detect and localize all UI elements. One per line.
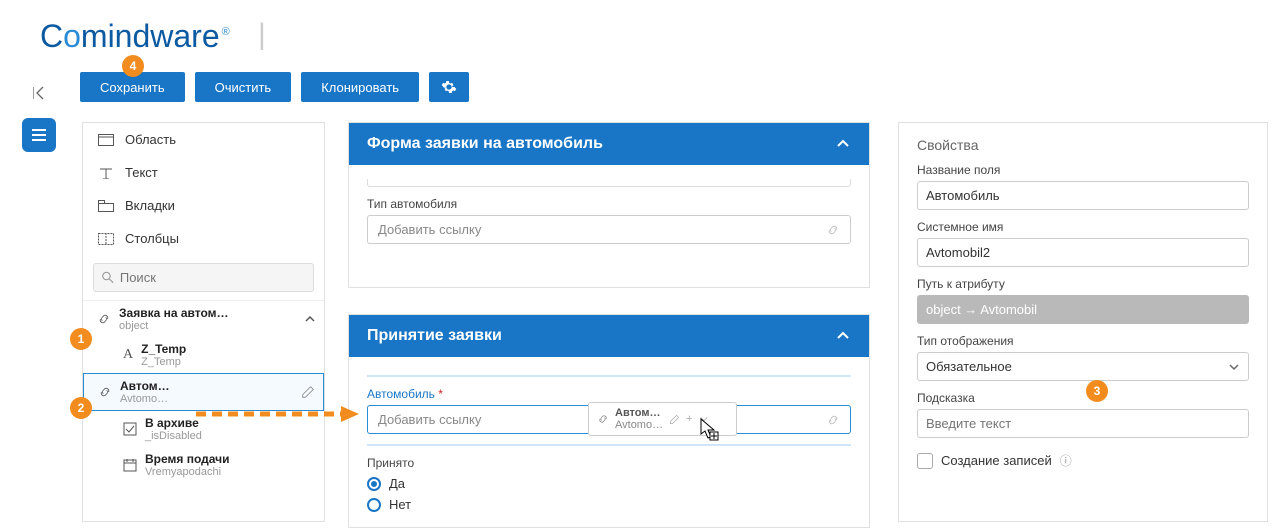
checkbox-icon xyxy=(917,453,933,469)
radio-no[interactable]: Нет xyxy=(367,497,851,512)
prop-label: Название поля xyxy=(917,163,1249,177)
cursor-icon xyxy=(700,418,720,442)
tree-root[interactable]: Заявка на автом… object xyxy=(83,301,324,337)
clone-button[interactable]: Клонировать xyxy=(301,72,419,102)
clear-button[interactable]: Очистить xyxy=(195,72,292,102)
accepted-label: Принято xyxy=(367,456,851,470)
card-title: Форма заявки на автомобиль xyxy=(367,135,603,153)
hint-input[interactable] xyxy=(917,409,1249,438)
display-type-select[interactable]: Обязательное xyxy=(917,352,1249,381)
radio-yes[interactable]: Да xyxy=(367,476,851,491)
link-icon xyxy=(98,385,112,399)
placeholder-text: Добавить ссылку xyxy=(378,412,481,427)
edit-icon xyxy=(669,414,680,425)
element-columns[interactable]: Столбцы xyxy=(83,222,324,255)
search-icon xyxy=(102,271,114,284)
element-label: Область xyxy=(125,132,176,147)
card-header[interactable]: Форма заявки на автомобиль xyxy=(349,123,869,165)
tree-item-time[interactable]: Время подачиVremyapodachi xyxy=(83,447,324,480)
tree-item-ztemp[interactable]: A Z_TempZ_Temp xyxy=(83,337,324,373)
tabs-icon xyxy=(97,199,115,213)
field-label: Тип автомобиля xyxy=(367,197,851,211)
element-text[interactable]: Текст xyxy=(83,156,324,189)
radio-icon xyxy=(367,498,381,512)
prop-label: Путь к атрибуту xyxy=(917,277,1249,291)
element-label: Столбцы xyxy=(125,231,179,246)
guide-arrow xyxy=(196,404,366,424)
field-label: Автомобиль * xyxy=(367,387,851,401)
element-label: Вкладки xyxy=(125,198,175,213)
logo-divider: | xyxy=(258,18,266,52)
search-field[interactable] xyxy=(93,263,314,292)
toolbar: Сохранить Очистить Клонировать xyxy=(80,72,469,102)
columns-icon xyxy=(97,232,115,246)
element-area[interactable]: Область xyxy=(83,123,324,156)
chevron-down-icon xyxy=(1228,361,1240,373)
card-title: Принятие заявки xyxy=(367,327,502,345)
properties-panel: Свойства Название поля Системное имя Пут… xyxy=(898,122,1268,522)
prop-label: Подсказка xyxy=(917,391,1249,405)
element-tabs[interactable]: Вкладки xyxy=(83,189,324,222)
checkbox-icon xyxy=(123,422,137,436)
link-icon xyxy=(597,413,609,425)
placeholder-text: Добавить ссылку xyxy=(378,222,481,237)
link-icon xyxy=(97,312,111,326)
tree-sub: object xyxy=(119,320,229,332)
elements-panel: Область Текст Вкладки Столбцы Заявка на … xyxy=(82,122,325,522)
attribute-tree: Заявка на автом… object A Z_TempZ_Temp А… xyxy=(83,300,324,480)
edit-icon[interactable] xyxy=(301,385,315,399)
panel-title: Свойства xyxy=(917,137,1249,153)
chevron-up-icon[interactable] xyxy=(835,136,851,152)
radio-icon xyxy=(367,477,381,491)
callout-badge-1: 1 xyxy=(70,328,92,350)
settings-button[interactable] xyxy=(429,72,469,102)
collapse-sidebar-icon[interactable] xyxy=(33,86,49,100)
link-icon xyxy=(826,413,840,427)
tree-label: Заявка на автом… xyxy=(119,306,229,320)
element-label: Текст xyxy=(125,165,158,180)
area-icon xyxy=(97,133,115,147)
system-name-input[interactable] xyxy=(917,238,1249,267)
chevron-up-icon[interactable] xyxy=(835,328,851,344)
callout-badge-3: 3 xyxy=(1086,380,1108,402)
field-name-input[interactable] xyxy=(917,181,1249,210)
search-input[interactable] xyxy=(120,270,305,285)
text-icon xyxy=(97,166,115,180)
create-records-checkbox[interactable]: Создание записей ⓘ xyxy=(917,452,1249,469)
calendar-icon xyxy=(123,458,137,472)
callout-badge-4: 4 xyxy=(122,55,144,77)
help-icon[interactable]: ⓘ xyxy=(1060,452,1072,469)
link-icon xyxy=(826,223,840,237)
car-type-input[interactable]: Добавить ссылку xyxy=(367,215,851,244)
prop-label: Тип отображения xyxy=(917,334,1249,348)
card-header[interactable]: Принятие заявки xyxy=(349,315,869,357)
attribute-path: object → Avtomobil xyxy=(917,295,1249,324)
gear-icon xyxy=(441,79,457,95)
form-card-application: Форма заявки на автомобиль Тип автомобил… xyxy=(348,122,870,288)
menu-button[interactable] xyxy=(22,118,56,152)
letter-a-icon: A xyxy=(123,347,133,363)
brand-logo: Comindware® xyxy=(40,18,230,55)
plus-icon: + xyxy=(686,413,692,425)
chevron-up-icon[interactable] xyxy=(304,313,316,325)
prop-label: Системное имя xyxy=(917,220,1249,234)
callout-badge-2: 2 xyxy=(70,397,92,419)
